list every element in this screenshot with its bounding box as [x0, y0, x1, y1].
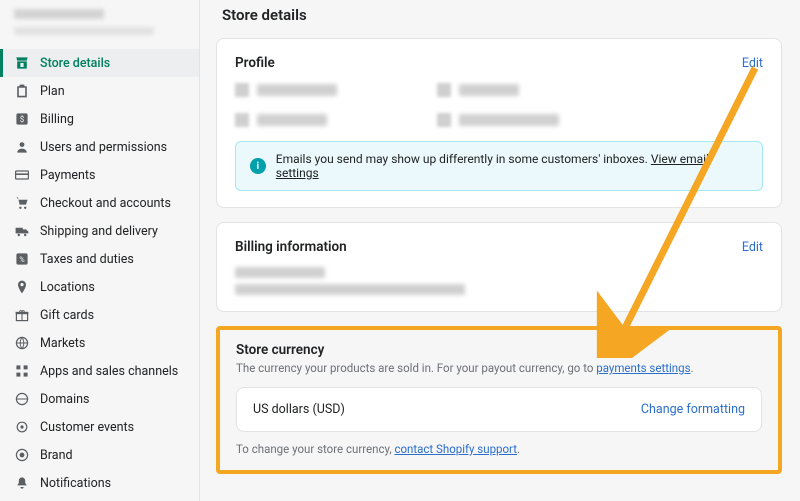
svg-text:$: $ — [20, 115, 25, 124]
main-content: Store details Profile Edit i Emails you … — [200, 0, 800, 501]
change-formatting-link[interactable]: Change formatting — [641, 402, 745, 417]
sidebar-item-label: Apps and sales channels — [40, 364, 178, 379]
target-icon — [14, 419, 30, 435]
info-icon: i — [250, 158, 266, 174]
sidebar-item-gift-cards[interactable]: Gift cards — [0, 301, 199, 329]
currency-value: US dollars (USD) — [253, 402, 345, 417]
sidebar-item-notifications[interactable]: Notifications — [0, 469, 199, 497]
store-currency-section: Store currency The currency your product… — [216, 326, 782, 474]
sidebar-item-apps[interactable]: Apps and sales channels — [0, 357, 199, 385]
profile-details — [235, 83, 763, 127]
user-icon — [14, 139, 30, 155]
notice-text: Emails you send may show up differently … — [276, 152, 651, 166]
cart-icon — [14, 195, 30, 211]
sidebar-item-customer-events[interactable]: Customer events — [0, 413, 199, 441]
dollar-icon: $ — [14, 111, 30, 127]
sidebar-item-label: Gift cards — [40, 308, 94, 323]
store-header — [0, 0, 199, 49]
profile-card: Profile Edit i Emails you send may show … — [216, 38, 782, 208]
profile-heading: Profile — [235, 55, 275, 71]
sidebar-item-label: Billing — [40, 112, 74, 127]
sidebar-item-billing[interactable]: $ Billing — [0, 105, 199, 133]
sidebar-item-checkout[interactable]: Checkout and accounts — [0, 189, 199, 217]
profile-edit-link[interactable]: Edit — [742, 56, 763, 71]
store-url-redacted — [14, 27, 154, 35]
settings-nav: Store details Plan $ Billing Users and pe… — [0, 49, 199, 501]
payments-settings-link[interactable]: payments settings — [596, 361, 690, 375]
gift-icon — [14, 307, 30, 323]
sidebar-item-store-details[interactable]: Store details — [0, 49, 199, 77]
globe-icon — [14, 335, 30, 351]
svg-text:%: % — [19, 255, 24, 264]
billing-edit-link[interactable]: Edit — [742, 240, 763, 255]
clipboard-icon — [14, 83, 30, 99]
card-icon — [14, 167, 30, 183]
sidebar-item-label: Users and permissions — [40, 140, 167, 155]
store-name-redacted — [14, 9, 104, 19]
billing-heading: Billing information — [235, 239, 347, 255]
sidebar-item-label: Customer events — [40, 420, 134, 435]
billing-details-redacted — [235, 267, 763, 295]
percent-icon: % — [14, 251, 30, 267]
sidebar-item-label: Notifications — [40, 476, 111, 491]
email-notice: i Emails you send may show up differentl… — [235, 141, 763, 191]
currency-row: US dollars (USD) Change formatting — [236, 387, 762, 432]
sidebar-item-label: Domains — [40, 392, 90, 407]
sidebar-item-shipping[interactable]: Shipping and delivery — [0, 217, 199, 245]
contact-support-link[interactable]: contact Shopify support — [394, 442, 517, 456]
sidebar-item-taxes[interactable]: % Taxes and duties — [0, 245, 199, 273]
sidebar-item-locations[interactable]: Locations — [0, 273, 199, 301]
bell-icon — [14, 475, 30, 491]
sidebar-item-label: Markets — [40, 336, 85, 351]
apps-icon — [14, 363, 30, 379]
store-currency-heading: Store currency — [236, 342, 762, 358]
billing-card: Billing information Edit — [216, 222, 782, 312]
sidebar-item-label: Checkout and accounts — [40, 196, 171, 211]
sidebar-item-label: Locations — [40, 280, 95, 295]
sidebar-item-users[interactable]: Users and permissions — [0, 133, 199, 161]
sidebar-item-label: Shipping and delivery — [40, 224, 158, 239]
sidebar-item-label: Plan — [40, 84, 65, 99]
sidebar-item-label: Store details — [40, 56, 110, 71]
sidebar-item-label: Taxes and duties — [40, 252, 134, 267]
sidebar-item-brand[interactable]: Brand — [0, 441, 199, 469]
settings-sidebar: Store details Plan $ Billing Users and pe… — [0, 0, 200, 501]
domain-icon — [14, 391, 30, 407]
sidebar-item-label: Payments — [40, 168, 95, 183]
store-icon — [14, 55, 30, 71]
sidebar-item-payments[interactable]: Payments — [0, 161, 199, 189]
store-currency-sub: The currency your products are sold in. … — [236, 361, 762, 375]
sidebar-item-markets[interactable]: Markets — [0, 329, 199, 357]
truck-icon — [14, 223, 30, 239]
page-title: Store details — [222, 6, 782, 24]
brand-icon — [14, 447, 30, 463]
sidebar-item-label: Brand — [40, 448, 73, 463]
sidebar-item-custom-data[interactable]: Custom data — [0, 497, 199, 501]
sidebar-item-plan[interactable]: Plan — [0, 77, 199, 105]
sidebar-item-domains[interactable]: Domains — [0, 385, 199, 413]
pin-icon — [14, 279, 30, 295]
store-currency-foot: To change your store currency, contact S… — [236, 442, 762, 456]
